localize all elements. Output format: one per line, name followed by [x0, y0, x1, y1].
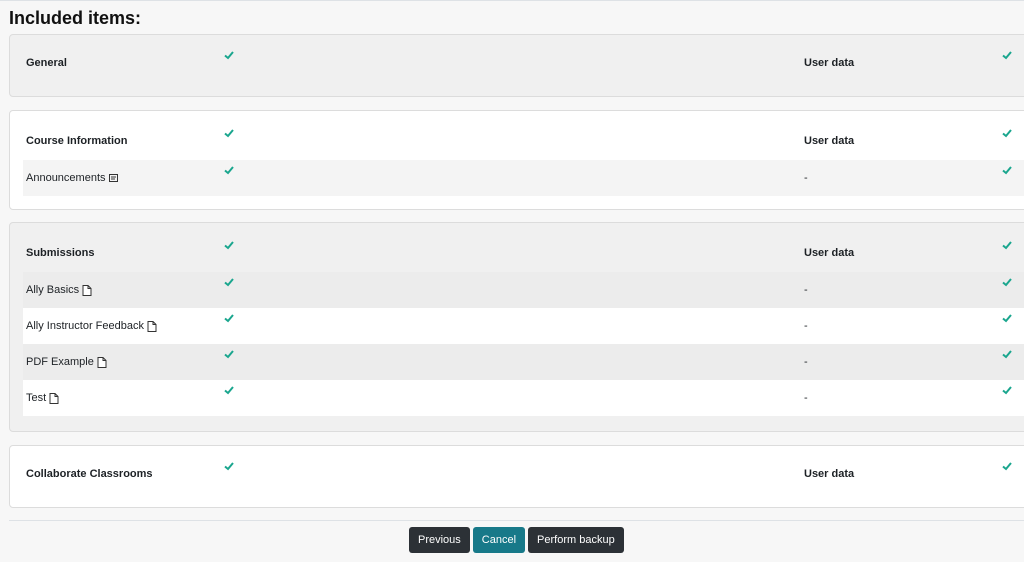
previous-button[interactable]: Previous [409, 527, 470, 553]
item-label-text: Ally Instructor Feedback [26, 320, 144, 332]
check-icon [1002, 241, 1012, 250]
user-data-dash: - [804, 172, 808, 184]
check-icon [224, 51, 234, 60]
file-icon [82, 284, 92, 296]
list-item: Ally Basics - [23, 272, 1024, 308]
check-icon [224, 241, 234, 250]
user-data-label: User data [804, 247, 855, 259]
file-icon [97, 356, 107, 368]
item-label-text: Announcements [26, 172, 106, 184]
list-item: PDF Example - [23, 344, 1024, 380]
item-label: PDF Example [26, 344, 107, 380]
list-item: Test - [23, 380, 1024, 416]
check-icon [1002, 350, 1012, 359]
user-data-dash: - [804, 284, 808, 296]
section-course-information: Course Information User data Announcemen… [9, 110, 1024, 210]
item-label: Ally Basics [26, 272, 92, 308]
check-icon [1002, 462, 1012, 471]
check-icon [1002, 278, 1012, 287]
check-icon [224, 278, 234, 287]
list-item: Announcements - [23, 160, 1024, 196]
item-label: Ally Instructor Feedback [26, 308, 157, 344]
section-title: Course Information [26, 135, 128, 147]
section-title: General [26, 57, 67, 69]
check-icon [224, 350, 234, 359]
action-buttons: Previous Cancel Perform backup [409, 527, 624, 553]
check-icon [1002, 129, 1012, 138]
check-icon [224, 386, 234, 395]
item-label-text: PDF Example [26, 356, 94, 368]
check-icon [1002, 51, 1012, 60]
check-icon [224, 129, 234, 138]
user-data-label: User data [804, 468, 855, 480]
section-collaborate-classrooms: Collaborate Classrooms User data [9, 445, 1024, 508]
page-heading: Included items: [9, 8, 142, 28]
file-icon [147, 320, 157, 332]
user-data-dash: - [804, 320, 808, 332]
item-label-text: Test [26, 392, 47, 404]
item-label: Test [26, 380, 59, 416]
cancel-button[interactable]: Cancel [472, 527, 526, 553]
perform-backup-button[interactable]: Perform backup [528, 527, 624, 553]
user-data-dash: - [804, 356, 808, 368]
check-icon [1002, 386, 1012, 395]
item-label: Announcements [26, 160, 119, 196]
list-item: Ally Instructor Feedback - [23, 308, 1024, 344]
section-submissions: Submissions User data Ally Basics - Ally… [9, 222, 1024, 432]
check-icon [1002, 166, 1012, 175]
check-icon [224, 166, 234, 175]
user-data-label: User data [804, 135, 855, 147]
section-title: Submissions [26, 247, 95, 259]
section-title: Collaborate Classrooms [26, 468, 153, 480]
file-icon [49, 392, 59, 404]
item-label-text: Ally Basics [26, 284, 80, 296]
check-icon [224, 462, 234, 471]
section-general: General User data [9, 34, 1024, 97]
user-data-label: User data [804, 57, 855, 69]
section-header-row: Collaborate Classrooms User data [23, 456, 1024, 492]
forum-icon [108, 173, 118, 182]
footer-divider [9, 520, 1024, 521]
user-data-dash: - [804, 392, 808, 404]
section-header-row: Submissions User data [23, 235, 1024, 271]
section-header-row: Course Information User data [23, 123, 1024, 159]
check-icon [1002, 314, 1012, 323]
check-icon [224, 314, 234, 323]
section-header-row: General User data [23, 45, 1024, 81]
top-divider [0, 0, 1024, 1]
